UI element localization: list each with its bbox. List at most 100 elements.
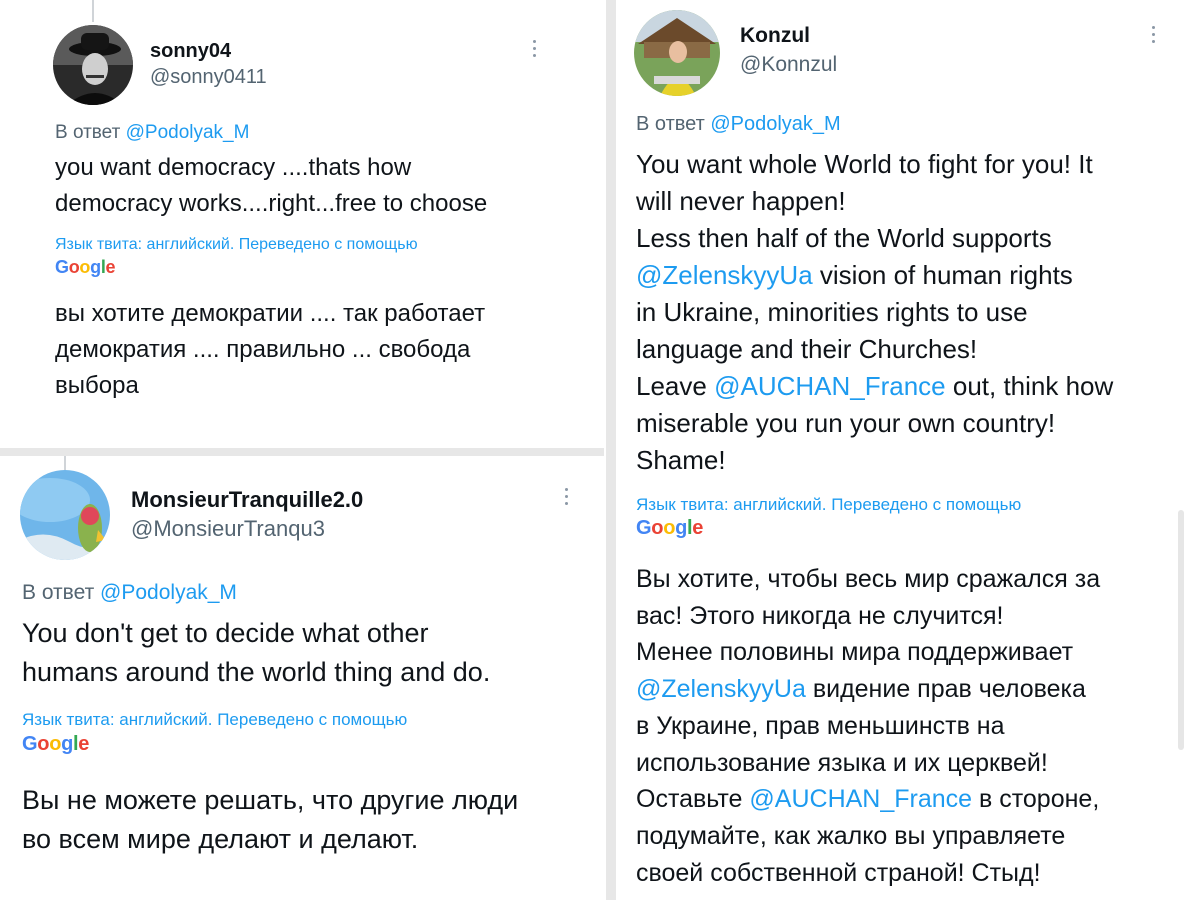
text-segment: использование языка и их церквей! [636, 748, 1048, 777]
column-divider [606, 0, 616, 900]
text-segment: language and their Churches! [636, 334, 978, 364]
translated-line: демократия .... правильно ... свобода [55, 336, 471, 363]
translated-line: вы хотите демократии .... так работает [55, 300, 486, 327]
text-segment: Leave [636, 371, 715, 401]
tweet-body: You don't get to decide what other human… [22, 614, 600, 692]
reply-mention-link[interactable]: @Podolyak_M [126, 122, 250, 143]
text-segment: vision of human rights [812, 260, 1073, 290]
reply-context: В ответ @Podolyak_M [55, 122, 249, 144]
google-logo-letter: e [78, 733, 90, 755]
translated-line: в Украине, прав меньшинств на [636, 708, 1181, 745]
avatar[interactable] [20, 470, 110, 560]
google-logo-letter: o [68, 257, 80, 277]
mention-link[interactable]: @AUCHAN_France [749, 785, 972, 813]
body-line: language and their Churches! [636, 331, 1176, 368]
display-name[interactable]: MonsieurTranquille2.0 [131, 487, 363, 513]
text-segment: will never happen! [636, 186, 846, 216]
display-name[interactable]: Konzul [740, 24, 810, 48]
tweet-body: you want democracy ....thats how democra… [55, 150, 595, 222]
reply-prefix: В ответ [636, 113, 705, 135]
text-segment: подумайте, как жалко вы управляете [636, 821, 1066, 850]
user-handle[interactable]: @Konnzul [740, 53, 837, 77]
body-line: in Ukraine, minorities rights to use [636, 294, 1176, 331]
body-line: @ZelenskyyUa vision of human rights [636, 257, 1176, 294]
avatar[interactable] [634, 10, 720, 96]
reply-context: В ответ @Podolyak_M [636, 113, 841, 136]
translated-line: Менее половины мира поддерживает [636, 634, 1181, 671]
more-options-icon[interactable] [565, 488, 569, 509]
text-segment: видение прав человека [805, 675, 1086, 704]
body-line: you want democracy ....thats how [55, 154, 412, 181]
translation-note[interactable]: Язык твита: английский. Переведено с пом… [636, 495, 1021, 515]
mention-link[interactable]: @AUCHAN_France [714, 371, 946, 401]
google-logo-letter: o [49, 733, 62, 755]
user-handle[interactable]: @MonsieurTranqu3 [131, 516, 325, 542]
google-logo: Google [22, 733, 89, 756]
thread-line [92, 0, 94, 22]
text-segment: в стороне, [972, 785, 1100, 814]
google-logo-letter: o [37, 733, 50, 755]
google-logo-letter: G [636, 517, 652, 539]
display-name[interactable]: sonny04 [150, 40, 231, 63]
text-segment: Shame! [636, 445, 726, 475]
text-segment: You want whole World to fight for you! I… [636, 149, 1093, 179]
body-line: democracy works....right...free to choos… [55, 190, 488, 217]
reply-mention-link[interactable]: @Podolyak_M [710, 113, 840, 135]
body-line: miserable you run your own country! [636, 405, 1176, 442]
google-logo-letter: e [105, 257, 116, 277]
google-logo: Google [636, 517, 703, 540]
reply-prefix: В ответ [22, 581, 95, 604]
google-logo-letter: g [90, 257, 101, 277]
body-line: You want whole World to fight for you! I… [636, 146, 1176, 183]
thread-line [64, 456, 66, 470]
text-segment: Менее половины мира поддерживает [636, 638, 1074, 667]
google-logo-letter: o [663, 517, 676, 539]
text-segment: out, think how [945, 371, 1114, 401]
translated-line: своей собственной страной! Стыд! [636, 855, 1181, 892]
translated-line: использование языка и их церквей! [636, 745, 1181, 782]
body-line: Less then half of the World supports [636, 220, 1176, 257]
translated-line: подумайте, как жалко вы управляете [636, 818, 1181, 855]
translated-body: вы хотите демократии .... так работает д… [55, 296, 595, 404]
google-logo-letter: G [55, 257, 69, 277]
google-logo-letter: G [22, 733, 38, 755]
mention-link[interactable]: @ZelenskyyUa [636, 675, 806, 703]
mention-link[interactable]: @ZelenskyyUa [636, 260, 813, 290]
translated-line: Вы хотите, чтобы весь мир сражался за [636, 561, 1181, 598]
translation-note[interactable]: Язык твита: английский. Переведено с пом… [55, 236, 418, 254]
text-segment: Less then half of the World supports [636, 223, 1052, 253]
body-line: Shame! [636, 442, 1176, 479]
translated-line: вас! Этого никогда не случится! [636, 598, 1181, 635]
user-handle[interactable]: @sonny0411 [150, 66, 267, 89]
more-options-icon[interactable] [1152, 26, 1156, 47]
reply-context: В ответ @Podolyak_M [22, 581, 237, 605]
google-logo-letter: o [651, 517, 664, 539]
google-logo-letter: o [79, 257, 91, 277]
google-logo-letter: e [692, 517, 704, 539]
translated-line: Оставьте @AUCHAN_France в стороне, [636, 781, 1181, 818]
text-segment: в Украине, прав меньшинств на [636, 711, 1005, 740]
text-segment: in Ukraine, minorities rights to use [636, 297, 1028, 327]
body-line: You don't get to decide what other [22, 618, 429, 648]
text-segment: Вы хотите, чтобы весь мир сражался за [636, 565, 1101, 593]
translated-line: во всем мире делают и делают. [22, 824, 419, 854]
translated-line: @ZelenskyyUa видение прав человека [636, 671, 1181, 708]
translated-line: выбора [55, 372, 139, 399]
tweet-body: You want whole World to fight for you! I… [636, 146, 1176, 479]
google-logo-letter: g [61, 733, 74, 755]
text-segment: своей собственной страной! Стыд! [636, 858, 1041, 887]
row-divider [0, 448, 604, 456]
translated-body: Вы не можете решать, что другие люди во … [22, 781, 600, 859]
avatar[interactable] [53, 25, 133, 105]
text-segment: miserable you run your own country! [636, 408, 1056, 438]
body-line: Leave @AUCHAN_France out, think how [636, 368, 1176, 405]
more-options-icon[interactable] [533, 40, 537, 61]
reply-prefix: В ответ [55, 122, 121, 143]
reply-mention-link[interactable]: @Podolyak_M [100, 581, 237, 604]
translated-line: Вы не можете решать, что другие люди [22, 785, 519, 815]
translated-body: Вы хотите, чтобы весь мир сражался за ва… [636, 561, 1181, 891]
google-logo-letter: g [675, 517, 688, 539]
text-segment: Оставьте [636, 785, 750, 814]
translation-note[interactable]: Язык твита: английский. Переведено с пом… [22, 710, 407, 730]
body-line: humans around the world thing and do. [22, 657, 491, 687]
